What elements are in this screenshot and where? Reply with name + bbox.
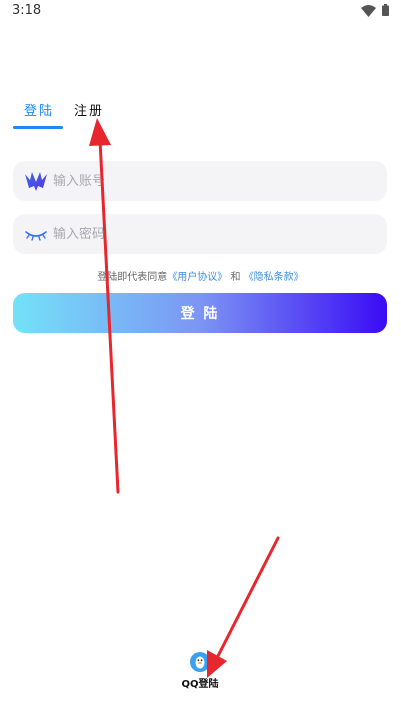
privacy-policy-link[interactable]: 《隐私条款》 [244, 272, 304, 283]
closed-eye-icon [25, 231, 47, 241]
qq-login-button[interactable]: QQ登陆 [170, 652, 230, 697]
status-time: 3:18 [12, 3, 42, 18]
password-field [13, 214, 387, 254]
qq-login-label: QQ登陆 [181, 679, 219, 690]
login-button[interactable]: 登 陆 [13, 293, 387, 333]
status-bar: 3:18 [0, 0, 401, 24]
battery-icon [382, 4, 389, 16]
auth-tabs: 登陆 注册 [13, 100, 213, 132]
active-tab-indicator [13, 126, 63, 129]
tab-register[interactable]: 注册 [74, 100, 104, 119]
password-input[interactable] [53, 214, 373, 254]
agreement-prefix: 登陆即代表同意 [97, 272, 168, 283]
wifi-icon [361, 5, 376, 17]
account-field [13, 161, 387, 201]
account-input[interactable] [53, 161, 373, 201]
user-agreement-link[interactable]: 《用户协议》 [167, 272, 227, 283]
tab-login[interactable]: 登陆 [24, 100, 54, 119]
qq-penguin-icon [190, 652, 210, 672]
agreement-and: 和 [230, 272, 241, 283]
account-crown-icon [25, 172, 47, 191]
agreement-text: 登陆即代表同意《用户协议》 和 《隐私条款》 [0, 268, 401, 283]
